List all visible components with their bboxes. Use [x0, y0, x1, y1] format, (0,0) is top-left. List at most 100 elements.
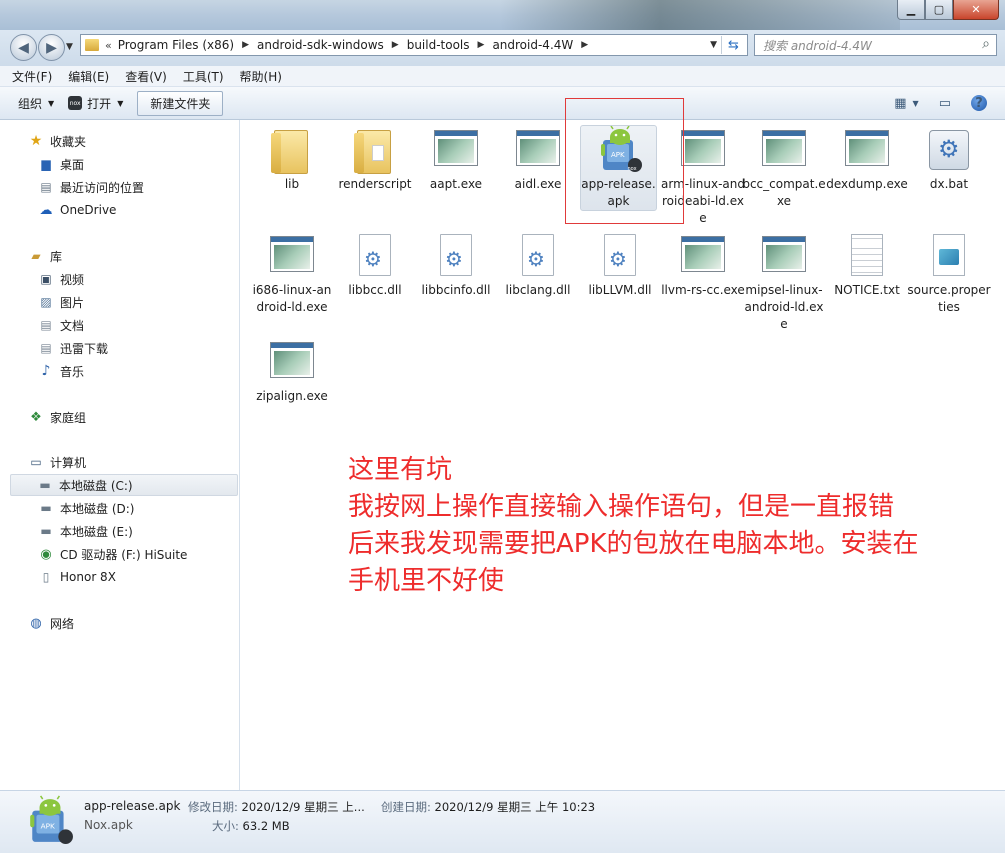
desktop-icon: ▆ — [41, 157, 51, 171]
file-label: dx.bat — [929, 177, 969, 191]
android-apk-icon: APK — [30, 795, 73, 844]
details-modified-value: 2020/12/9 星期三 上... — [241, 800, 365, 814]
details-size: 大小: 63.2 MB — [212, 818, 290, 834]
sidebar-item-label: 家庭组 — [50, 410, 87, 425]
file-label: renderscript — [338, 177, 412, 191]
menu-help[interactable]: 帮助(H) — [240, 68, 282, 85]
file-item[interactable]: zipalign.exe — [250, 338, 334, 405]
sidebar-homegroup[interactable]: ❖ 家庭组 — [28, 406, 266, 428]
file-label: lib — [284, 177, 300, 191]
address-dropdown-icon[interactable]: ▼ — [710, 40, 717, 50]
details-created-value: 2020/12/9 星期三 上午 10:23 — [434, 800, 596, 814]
breadcrumb-item[interactable]: Program Files (x86) — [118, 38, 234, 52]
address-bar[interactable]: « Program Files (x86) ▶ android-sdk-wind… — [80, 34, 748, 56]
sidebar-item-label: 库 — [50, 249, 63, 264]
open-button[interactable]: nox 打开 ▼ — [68, 95, 123, 112]
file-item[interactable]: renderscript — [333, 126, 417, 193]
menu-file[interactable]: 文件(F) — [12, 68, 52, 85]
refresh-icon[interactable]: ⇆ — [721, 36, 745, 54]
details-file-name: app-release.apk — [84, 799, 181, 813]
annotation-line: 我按网上操作直接输入操作语句，但是一直报错 — [348, 492, 895, 522]
file-item[interactable]: i686-linux-android-ld.exe — [250, 232, 334, 316]
menu-edit[interactable]: 编辑(E) — [68, 68, 109, 85]
close-button[interactable]: ✕ — [953, 0, 999, 20]
breadcrumb-item[interactable]: build-tools — [407, 38, 470, 52]
file-item[interactable]: libclang.dll — [496, 232, 580, 299]
file-item[interactable]: llvm-rs-cc.exe — [661, 232, 745, 299]
breadcrumb: « Program Files (x86) ▶ android-sdk-wind… — [103, 38, 596, 52]
annotation-line: 后来我发现需要把APK的包放在电脑本地。安装在 — [348, 529, 919, 559]
details-modified-label: 修改日期: — [188, 800, 238, 814]
network-icon: ◍ — [30, 615, 42, 631]
command-bar: 组织 ▼ nox 打开 ▼ 新建文件夹 ▦ ▼ ▭ ? — [0, 87, 1005, 120]
details-file-type: Nox.apk — [84, 818, 133, 832]
file-item[interactable]: aapt.exe — [414, 126, 498, 193]
file-item[interactable]: libLLVM.dll — [578, 232, 662, 299]
breadcrumb-separator-icon[interactable]: ▶ — [581, 40, 588, 50]
sidebar-item-drive-c[interactable]: ▬ 本地磁盘 (C:) — [10, 474, 238, 496]
file-item[interactable]: mipsel-linux-android-ld.exe — [742, 232, 826, 333]
new-folder-button[interactable]: 新建文件夹 — [137, 90, 224, 116]
chevron-down-icon[interactable]: ▼ — [913, 99, 919, 108]
file-item[interactable]: libbcinfo.dll — [414, 232, 498, 299]
maximize-button[interactable]: ▢ — [925, 0, 953, 20]
folder-icon — [354, 130, 391, 174]
drive-icon: ▬ — [40, 501, 52, 515]
file-label: libclang.dll — [505, 283, 571, 297]
file-label: aapt.exe — [429, 177, 483, 191]
sidebar-item-label: 音乐 — [60, 364, 85, 379]
sidebar-item-label: 图片 — [60, 295, 85, 310]
file-item[interactable]: bcc_compat.exe — [742, 126, 826, 210]
recent-pages-dropdown[interactable]: ▼ — [66, 42, 73, 52]
breadcrumb-item[interactable]: android-sdk-windows — [257, 38, 384, 52]
window-titlebar: ▁ ▢ ✕ — [0, 0, 1005, 30]
preview-pane-icon[interactable]: ▭ — [939, 96, 951, 111]
exe-icon — [845, 130, 889, 166]
properties-file-icon — [933, 234, 965, 276]
back-arrow-icon: ◀ — [18, 39, 29, 56]
search-icon[interactable]: ⌕ — [982, 36, 990, 52]
navigation-pane: ★ 收藏夹 ▆ 桌面 ▤ 最近访问的位置 ☁ OneDrive ▰ 库 ▣ 视频… — [0, 120, 240, 790]
breadcrumb-separator-icon[interactable]: ▶ — [478, 40, 485, 50]
file-item[interactable]: libbcc.dll — [333, 232, 417, 299]
breadcrumb-separator-icon[interactable]: ▶ — [392, 40, 399, 50]
open-label: 打开 — [87, 96, 112, 111]
menu-view[interactable]: 查看(V) — [125, 68, 167, 85]
breadcrumb-item[interactable]: android-4.4W — [492, 38, 573, 52]
help-icon[interactable]: ? — [971, 95, 987, 111]
file-item[interactable]: dexdump.exe — [825, 126, 909, 193]
sidebar-item-label: 视频 — [60, 272, 85, 287]
file-item[interactable]: source.properties — [907, 232, 991, 316]
breadcrumb-overflow-icon[interactable]: « — [105, 39, 112, 52]
dll-icon — [604, 234, 636, 276]
sidebar-network[interactable]: ◍ 网络 — [28, 612, 266, 634]
svg-text:APK: APK — [41, 821, 55, 830]
titlebar-background — [500, 0, 900, 30]
file-item[interactable]: lib — [250, 126, 334, 193]
file-item[interactable]: NOTICE.txt — [825, 232, 909, 299]
exe-icon — [270, 236, 314, 272]
forward-button[interactable]: ▶ — [38, 34, 65, 61]
exe-icon — [681, 130, 725, 166]
file-label: NOTICE.txt — [834, 283, 900, 297]
sidebar-item-label: CD 驱动器 (F:) HiSuite — [60, 547, 188, 562]
sidebar-libraries[interactable]: ▰ 库 — [28, 245, 266, 267]
sidebar-computer[interactable]: ▭ 计算机 — [28, 451, 266, 473]
file-item[interactable]: dx.bat — [907, 126, 991, 193]
sidebar-favorites[interactable]: ★ 收藏夹 — [28, 130, 266, 152]
minimize-button[interactable]: ▁ — [897, 0, 925, 20]
details-modified: 修改日期: 2020/12/9 星期三 上... — [188, 799, 365, 815]
sidebar-item-label: 计算机 — [50, 455, 87, 470]
dll-icon — [522, 234, 554, 276]
view-controls: ▦ ▼ ▭ ? — [884, 95, 987, 111]
organize-button[interactable]: 组织 ▼ — [18, 95, 54, 112]
organize-label: 组织 — [18, 96, 43, 111]
breadcrumb-separator-icon[interactable]: ▶ — [242, 40, 249, 50]
menu-tools[interactable]: 工具(T) — [183, 68, 224, 85]
back-button[interactable]: ◀ — [10, 34, 37, 61]
search-input[interactable]: 搜索 android-4.4W ⌕ — [754, 34, 997, 56]
file-label: llvm-rs-cc.exe — [661, 283, 745, 297]
view-options-icon[interactable]: ▦ — [894, 96, 906, 111]
annotation-line: 这里有坑 — [348, 455, 453, 485]
library-icon: ▰ — [31, 249, 41, 263]
